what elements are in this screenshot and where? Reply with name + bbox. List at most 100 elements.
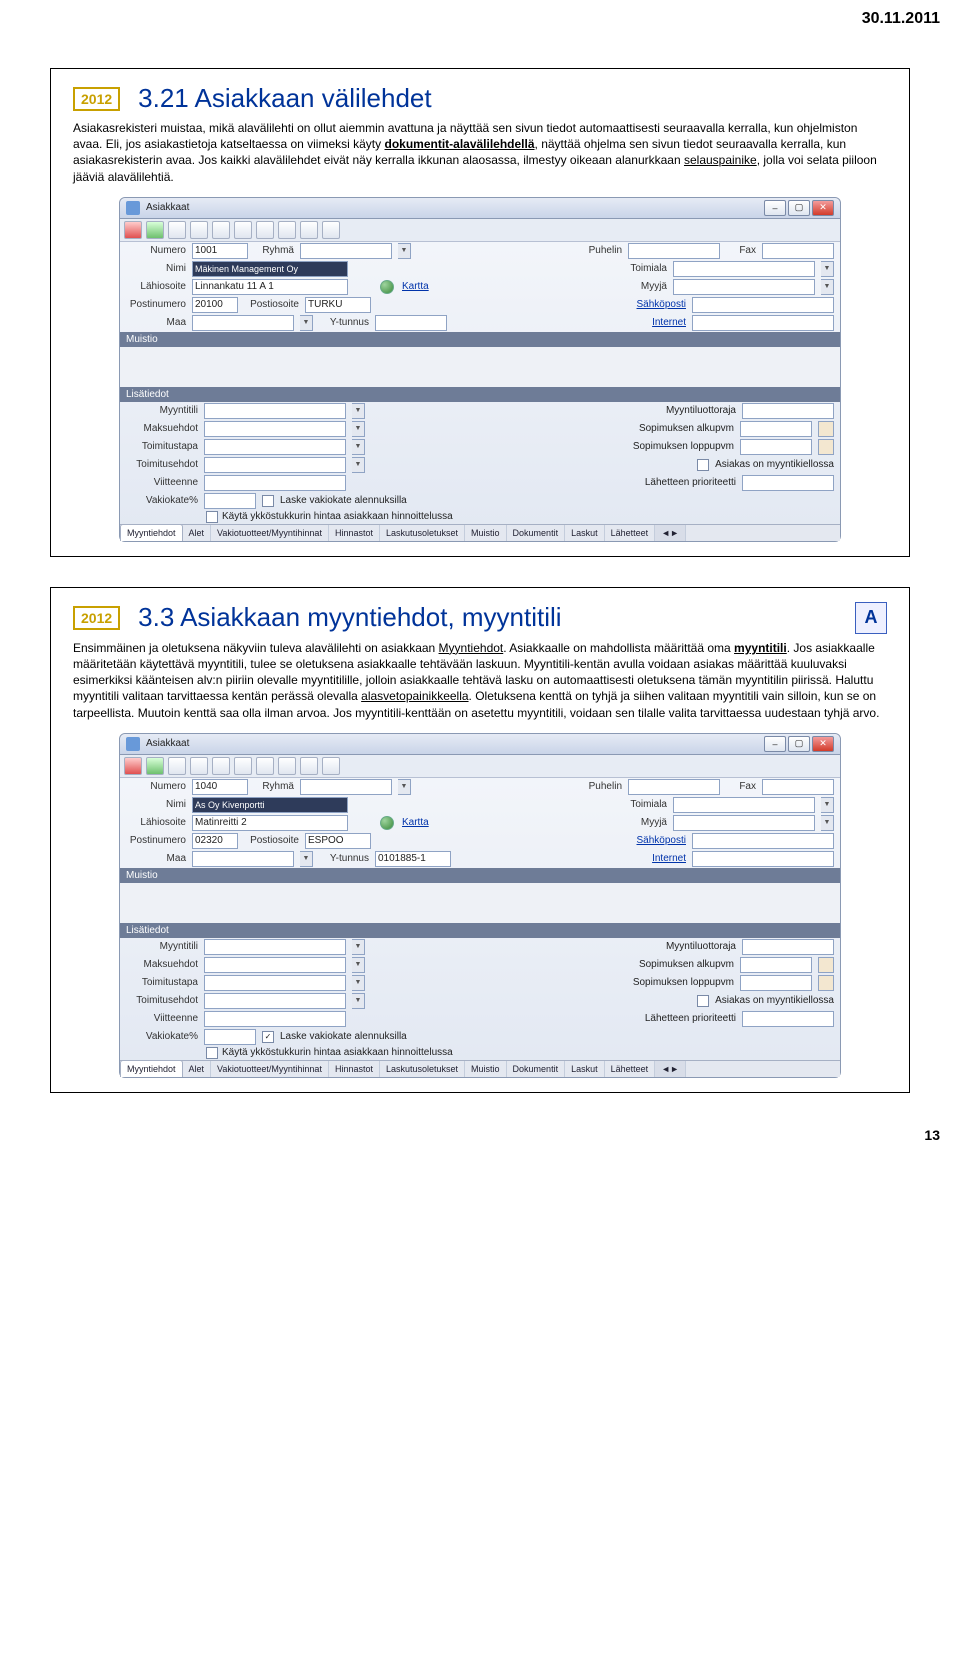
chevron-down-icon[interactable]: ▼ <box>352 939 365 955</box>
internet-field[interactable] <box>692 851 834 867</box>
soploppu-field[interactable] <box>740 439 812 455</box>
sahkoposti-link[interactable]: Sähköposti <box>637 835 686 846</box>
tab-muistio[interactable]: Muistio <box>465 525 507 541</box>
postios-field[interactable]: ESPOO <box>305 833 371 849</box>
nav-next-icon[interactable] <box>256 757 274 775</box>
lahetteen-prio-field[interactable] <box>742 475 834 491</box>
ytunnus-field[interactable] <box>375 315 447 331</box>
nav-prev-icon[interactable] <box>234 757 252 775</box>
maximize-button[interactable]: ▢ <box>788 200 810 216</box>
chevron-down-icon[interactable]: ▼ <box>352 993 365 1009</box>
viitteenne-field[interactable] <box>204 475 346 491</box>
numero-field[interactable]: 1040 <box>192 779 248 795</box>
tab-myyntiehdot[interactable]: Myyntiehdot <box>120 1060 183 1077</box>
tab-scroll-button[interactable]: ◄► <box>655 1061 686 1077</box>
toimitustapa-field[interactable] <box>204 975 346 991</box>
sahkoposti-link[interactable]: Sähköposti <box>637 299 686 310</box>
nav-last-icon[interactable] <box>278 221 296 239</box>
tab-alet[interactable]: Alet <box>183 1061 212 1077</box>
lahetteen-prio-field[interactable] <box>742 1011 834 1027</box>
toolbar-icon-4[interactable] <box>190 757 208 775</box>
tab-alet[interactable]: Alet <box>183 525 212 541</box>
toolbar-icon-1[interactable] <box>124 757 142 775</box>
close-button[interactable]: ✕ <box>812 736 834 752</box>
maa-field[interactable] <box>192 851 294 867</box>
toimitustapa-field[interactable] <box>204 439 346 455</box>
toolbar-icon-4[interactable] <box>190 221 208 239</box>
tab-dokumentit[interactable]: Dokumentit <box>507 1061 566 1077</box>
lahi-field[interactable]: Matinreitti 2 <box>192 815 348 831</box>
myyntitili-field[interactable] <box>204 939 346 955</box>
nav-first-icon[interactable] <box>212 757 230 775</box>
chevron-down-icon[interactable]: ▼ <box>821 261 834 277</box>
maximize-button[interactable]: ▢ <box>788 736 810 752</box>
laske-vakiokate-checkbox[interactable] <box>262 495 274 507</box>
ryhma-field[interactable] <box>300 779 392 795</box>
myyntiluottoraja-field[interactable] <box>742 939 834 955</box>
chevron-down-icon[interactable]: ▼ <box>300 315 313 331</box>
calendar-icon[interactable] <box>818 439 834 455</box>
tab-laskut[interactable]: Laskut <box>565 1061 605 1077</box>
tab-scroll-button[interactable]: ◄► <box>655 525 686 541</box>
toolbar-icon-3[interactable] <box>168 757 186 775</box>
toolbar-icon-2[interactable] <box>146 221 164 239</box>
tab-lahetteet[interactable]: Lähetteet <box>605 1061 656 1077</box>
tab-laskutusoletukset[interactable]: Laskutusoletukset <box>380 525 465 541</box>
chevron-down-icon[interactable]: ▼ <box>398 243 411 259</box>
tab-laskut[interactable]: Laskut <box>565 525 605 541</box>
tab-hinnastot[interactable]: Hinnastot <box>329 525 380 541</box>
toolbar-icon-10[interactable] <box>322 221 340 239</box>
fax-field[interactable] <box>762 779 834 795</box>
maksuehdot-field[interactable] <box>204 957 346 973</box>
calendar-icon[interactable] <box>818 421 834 437</box>
puhelin-field[interactable] <box>628 779 720 795</box>
ytunnus-field[interactable]: 0101885-1 <box>375 851 451 867</box>
toimiala-field[interactable] <box>673 261 815 277</box>
toolbar-icon-1[interactable] <box>124 221 142 239</box>
internet-field[interactable] <box>692 315 834 331</box>
kartta-link[interactable]: Kartta <box>402 817 429 828</box>
chevron-down-icon[interactable]: ▼ <box>821 797 834 813</box>
toimiala-field[interactable] <box>673 797 815 813</box>
nimi-field[interactable]: As Oy Kivenportti <box>192 797 348 813</box>
myyntiluottoraja-field[interactable] <box>742 403 834 419</box>
kartta-link[interactable]: Kartta <box>402 281 429 292</box>
postinro-field[interactable]: 02320 <box>192 833 238 849</box>
chevron-down-icon[interactable]: ▼ <box>352 421 365 437</box>
kayta-ykkos-checkbox[interactable] <box>206 1047 218 1059</box>
toolbar-icon-10[interactable] <box>322 757 340 775</box>
toimitusehdot-field[interactable] <box>204 457 346 473</box>
chevron-down-icon[interactable]: ▼ <box>352 403 365 419</box>
myyja-field[interactable] <box>673 815 815 831</box>
toolbar-icon-3[interactable] <box>168 221 186 239</box>
muistio-area[interactable] <box>120 347 840 387</box>
toolbar-icon-9[interactable] <box>300 221 318 239</box>
chevron-down-icon[interactable]: ▼ <box>821 815 834 831</box>
sopalku-field[interactable] <box>740 957 812 973</box>
tab-lahetteet[interactable]: Lähetteet <box>605 525 656 541</box>
kayta-ykkos-checkbox[interactable] <box>206 511 218 523</box>
sahkoposti-field[interactable] <box>692 297 834 313</box>
sopalku-field[interactable] <box>740 421 812 437</box>
chevron-down-icon[interactable]: ▼ <box>300 851 313 867</box>
chevron-down-icon[interactable]: ▼ <box>398 779 411 795</box>
puhelin-field[interactable] <box>628 243 720 259</box>
toolbar-icon-9[interactable] <box>300 757 318 775</box>
chevron-down-icon[interactable]: ▼ <box>352 457 365 473</box>
tab-muistio[interactable]: Muistio <box>465 1061 507 1077</box>
muistio-area[interactable] <box>120 883 840 923</box>
soploppu-field[interactable] <box>740 975 812 991</box>
fax-field[interactable] <box>762 243 834 259</box>
vakiokate-field[interactable] <box>204 493 256 509</box>
vakiokate-field[interactable] <box>204 1029 256 1045</box>
viitteenne-field[interactable] <box>204 1011 346 1027</box>
sahkoposti-field[interactable] <box>692 833 834 849</box>
nav-last-icon[interactable] <box>278 757 296 775</box>
nav-prev-icon[interactable] <box>234 221 252 239</box>
tab-dokumentit[interactable]: Dokumentit <box>507 525 566 541</box>
laske-vakiokate-checkbox[interactable]: ✓ <box>262 1031 274 1043</box>
internet-link[interactable]: Internet <box>652 853 686 864</box>
chevron-down-icon[interactable]: ▼ <box>352 957 365 973</box>
chevron-down-icon[interactable]: ▼ <box>352 975 365 991</box>
nimi-field[interactable]: Mäkinen Management Oy <box>192 261 348 277</box>
